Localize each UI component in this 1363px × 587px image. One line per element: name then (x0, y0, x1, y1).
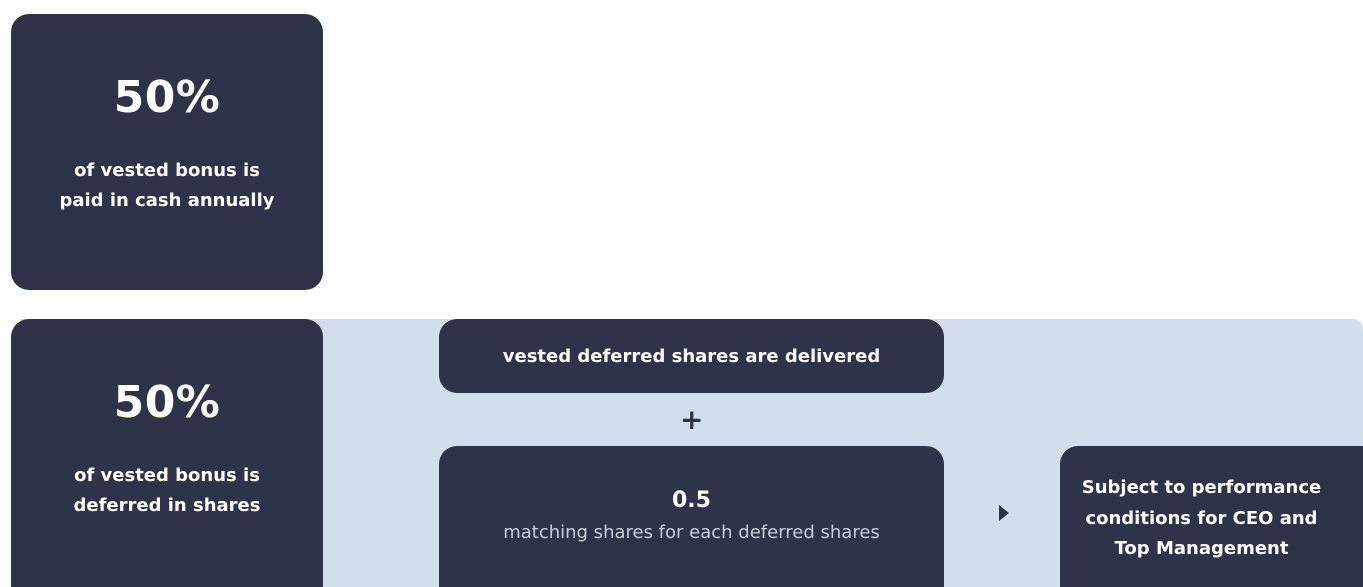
deferred-percent: 50% (113, 377, 221, 428)
conditions-line2: conditions for CEO and (1085, 507, 1318, 529)
cash-description-line1: of vested bonus is (74, 160, 260, 181)
matching-description: matching shares for each deferred shares (503, 522, 880, 543)
delivered-shares-card: vested deferred shares are delivered (439, 319, 944, 393)
performance-conditions-card: Subject to performance conditions for CE… (1060, 446, 1363, 587)
delivered-shares-text: vested deferred shares are delivered (502, 345, 881, 367)
bonus-structure-diagram: 50% of vested bonus is paid in cash annu… (0, 0, 1363, 587)
deferred-description: of vested bonus is deferred in shares (11, 461, 323, 521)
cash-bonus-card: 50% of vested bonus is paid in cash annu… (11, 14, 323, 290)
cash-description-line2: paid in cash annually (59, 190, 275, 211)
conditions-text: Subject to performance conditions for CE… (1060, 473, 1343, 565)
deferred-bonus-card: 50% of vested bonus is deferred in share… (11, 319, 323, 587)
plus-icon: + (680, 403, 704, 436)
matching-ratio: 0.5 (672, 488, 711, 513)
matching-shares-card: 0.5 matching shares for each deferred sh… (439, 446, 944, 587)
cash-description: of vested bonus is paid in cash annually (11, 156, 323, 216)
triangle-right-icon (999, 505, 1009, 521)
deferred-description-line2: deferred in shares (73, 495, 261, 516)
cash-percent: 50% (113, 72, 221, 123)
conditions-line3: Top Management (1114, 538, 1289, 559)
deferred-description-line1: of vested bonus is (74, 465, 260, 486)
conditions-line1: Subject to performance (1081, 477, 1322, 498)
